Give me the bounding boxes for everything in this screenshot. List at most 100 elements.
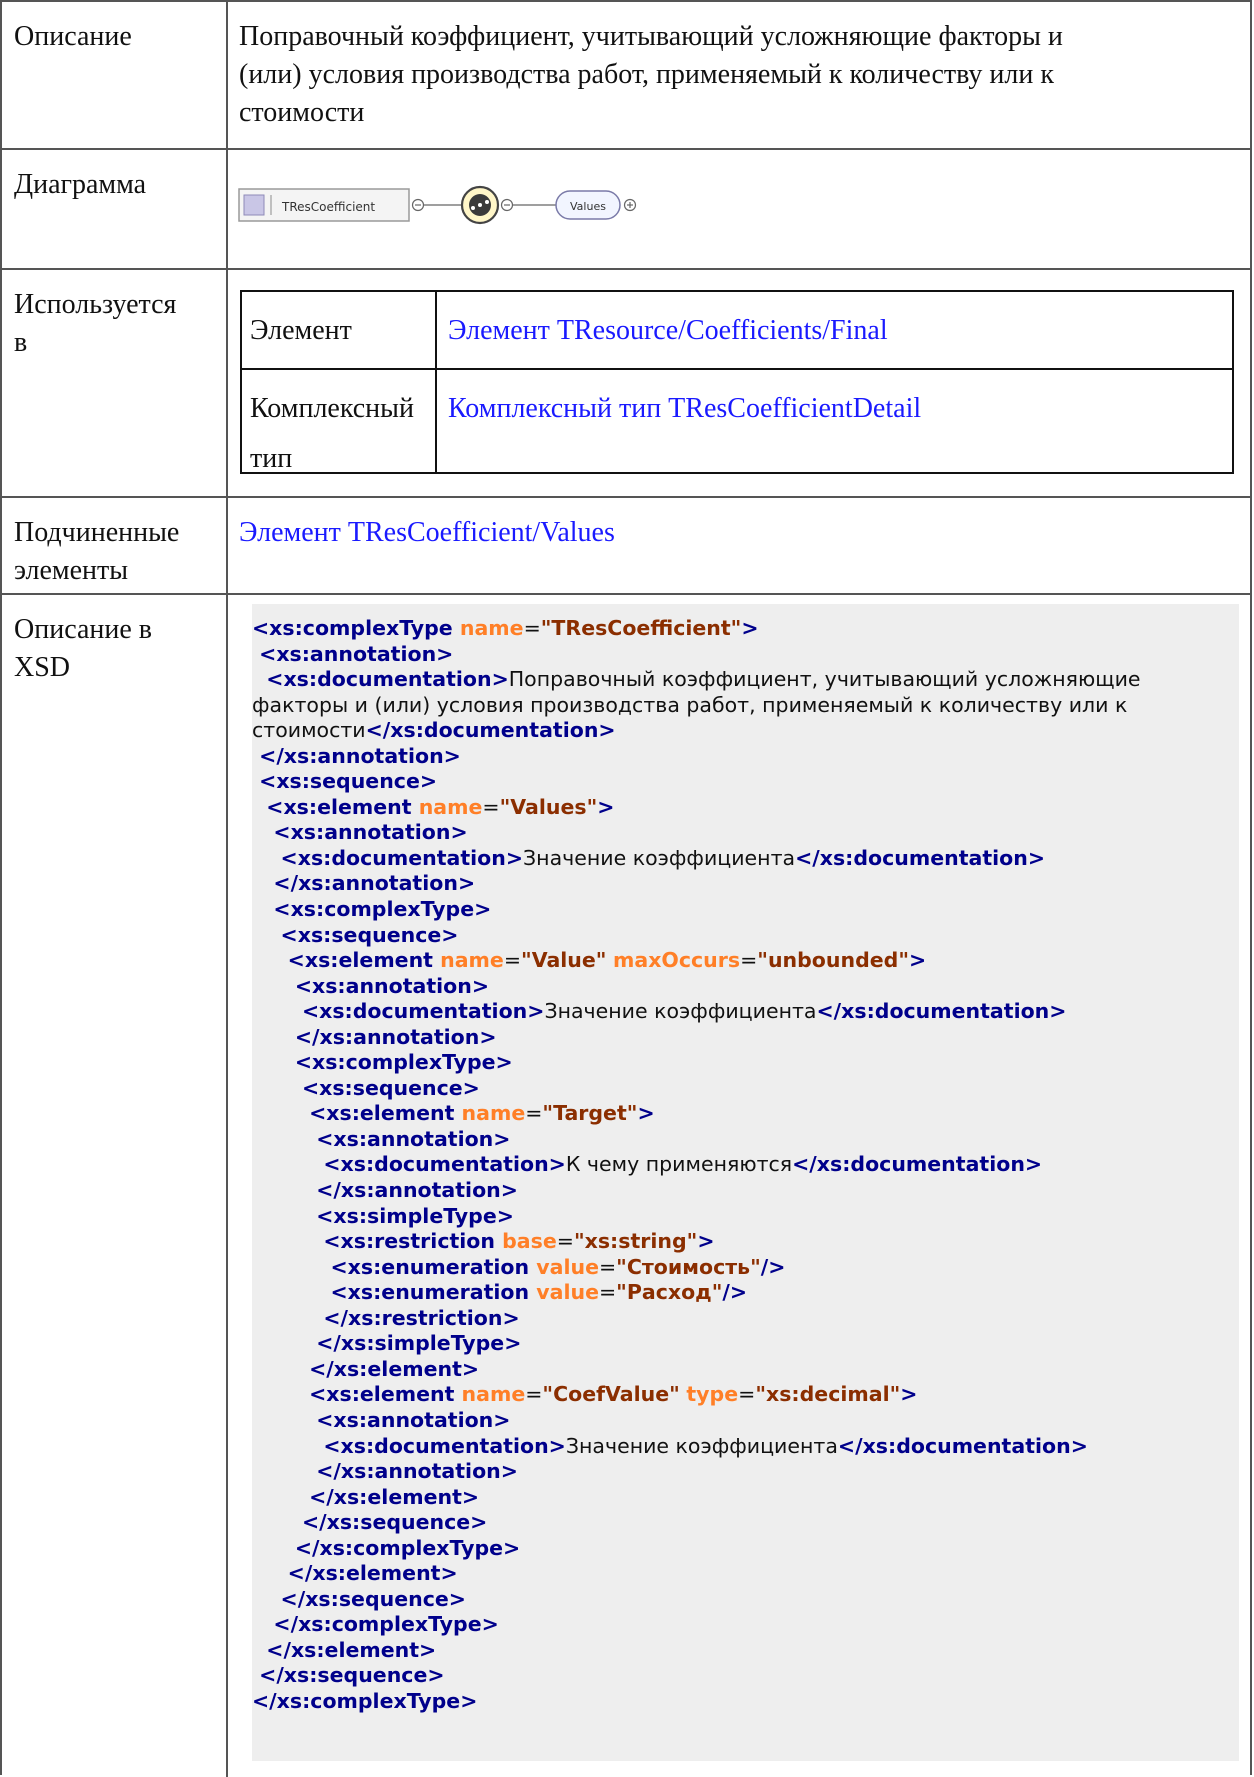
code-line: </xs:restriction> [252,1306,1239,1332]
code-token: <xs:annotation> [252,1126,511,1151]
code-token: = [598,1254,617,1279]
xsd-source-code: <xs:complexType name="TResCoefficient"> … [252,604,1239,1761]
code-token: = [738,1382,756,1407]
type-box[interactable]: TResCoefficient [238,188,410,222]
code-token: </xs:restriction> [252,1305,520,1330]
diagram-label: Диаграмма [2,150,228,268]
code-token: </xs:sequence> [252,1586,466,1611]
description-text: Поправочный коэффициент, учитывающий усл… [228,2,1250,148]
code-token: "TResCoefficient" [540,616,742,640]
code-line: <xs:sequence> [252,923,1239,949]
code-token: = [740,948,758,973]
code-token: "CoefValue" [542,1382,680,1407]
code-line: </xs:annotation> [252,871,1239,897]
code-token: maxOccurs [613,948,741,973]
values-element-box[interactable]: Values [555,190,621,220]
code-token: </xs:annotation> [252,743,461,768]
code-token: <xs:annotation> [252,641,454,666]
code-line: <xs:documentation>Значение коэффициента<… [252,846,1239,872]
code-token: "unbounded" [757,948,910,973]
code-token: = [525,1382,543,1407]
code-line: <xs:sequence> [252,769,1239,795]
code-line: факторы и (или) условия производства раб… [252,693,1239,719]
code-line: </xs:complexType> [252,1689,1239,1715]
code-line: <xs:annotation> [252,1408,1239,1434]
code-line: <xs:enumeration value="Стоимость"/> [252,1255,1239,1281]
code-token: </xs:complexType> [252,1612,499,1637]
code-line: </xs:element> [252,1638,1239,1664]
code-token: name [461,1101,526,1126]
used-in-label: Используется в [2,270,228,496]
code-token: </xs:annotation> [252,1178,518,1203]
code-token: <xs:documentation> [252,1152,566,1177]
code-token: <xs:sequence> [252,769,438,794]
code-line: <xs:element name="CoefValue" type="xs:de… [252,1382,1239,1408]
code-token: </xs:documentation> [837,1433,1088,1458]
code-token: /> [760,1254,786,1279]
values-element-label: Values [570,200,606,213]
code-token: "xs:decimal" [755,1382,901,1407]
code-line: <xs:annotation> [252,642,1239,668]
code-token: > [741,616,759,640]
code-token: = [503,948,522,973]
code-line: <xs:documentation>Значение коэффициента<… [252,1434,1239,1460]
code-token: Значение коэффициента [523,845,796,870]
code-token: > [900,1382,918,1407]
code-token: = [482,794,500,819]
code-line: <xs:element name="Value" maxOccurs="unbo… [252,948,1239,974]
code-line: </xs:element> [252,1357,1239,1383]
type-diagram: TResCoefficient Values [238,185,637,225]
used-in-item: Комплексный тип Комплексный тип TResCoef… [242,370,1232,474]
code-token: "Values" [499,794,598,819]
code-token: = [525,1101,543,1126]
code-line: <xs:complexType> [252,897,1239,923]
code-token: <xs:element [252,1101,462,1126]
code-token: <xs:sequence> [252,1075,480,1100]
code-token: </xs:simpleType> [252,1331,522,1356]
description-row: Описание Поправочный коэффициент, учитыв… [2,2,1250,150]
used-in-link[interactable]: Элемент TResource/Coefficients/Final [448,315,888,346]
code-token: <xs:element [252,794,419,819]
code-token: </xs:element> [252,1484,480,1509]
code-line: </xs:annotation> [252,1025,1239,1051]
code-token: "Target" [542,1101,638,1126]
code-token: <xs:annotation> [252,820,468,845]
code-token: </xs:element> [252,1637,437,1662]
code-token: <xs:annotation> [252,1407,511,1432]
type-box-label: TResCoefficient [281,200,375,214]
code-token: = [598,1280,617,1305]
code-line: </xs:annotation> [252,1178,1239,1204]
code-line: </xs:simpleType> [252,1331,1239,1357]
code-token: <xs:sequence> [252,922,459,947]
used-in-table: Элемент Элемент TResource/Coefficients/F… [240,290,1234,474]
used-in-item: Элемент Элемент TResource/Coefficients/F… [242,292,1232,370]
used-in-kind-line: тип [250,443,293,474]
code-token: name [418,794,483,819]
code-token: <xs:enumeration [252,1280,537,1305]
code-token: Значение коэффициента [544,999,817,1024]
code-token: факторы и (или) условия производства раб… [252,692,1128,717]
code-line: <xs:simpleType> [252,1204,1239,1230]
code-token: "Расход" [616,1280,723,1305]
code-token: name [440,948,504,973]
code-token: > [909,948,927,973]
description-line: Поправочный коэффициент, учитывающий усл… [239,21,1063,52]
code-token: <xs:element [252,1382,462,1407]
code-line: <xs:restriction base="xs:string"> [252,1229,1239,1255]
used-in-link[interactable]: Комплексный тип TResCoefficientDetail [448,393,921,424]
sequence-compositor-icon[interactable] [460,185,500,225]
child-element-link[interactable]: Элемент TResCoefficient/Values [239,517,615,548]
code-token: </xs:documentation> [816,999,1067,1024]
code-token: </xs:complexType> [252,1688,478,1713]
used-in-kind: Комплексный тип [242,370,437,474]
used-in-label-line: Используется [14,289,177,320]
code-line: </xs:annotation> [252,1459,1239,1485]
code-token: <xs:complexType> [252,1050,513,1075]
code-token: </xs:complexType> [252,1535,521,1560]
code-token: name [459,616,524,640]
code-line: <xs:annotation> [252,1127,1239,1153]
code-token: стоимости [252,718,366,743]
code-token: </xs:element> [252,1356,480,1381]
used-in-link-cell: Комплексный тип TResCoefficientDetail [437,370,1232,472]
code-token: /> [722,1280,748,1305]
